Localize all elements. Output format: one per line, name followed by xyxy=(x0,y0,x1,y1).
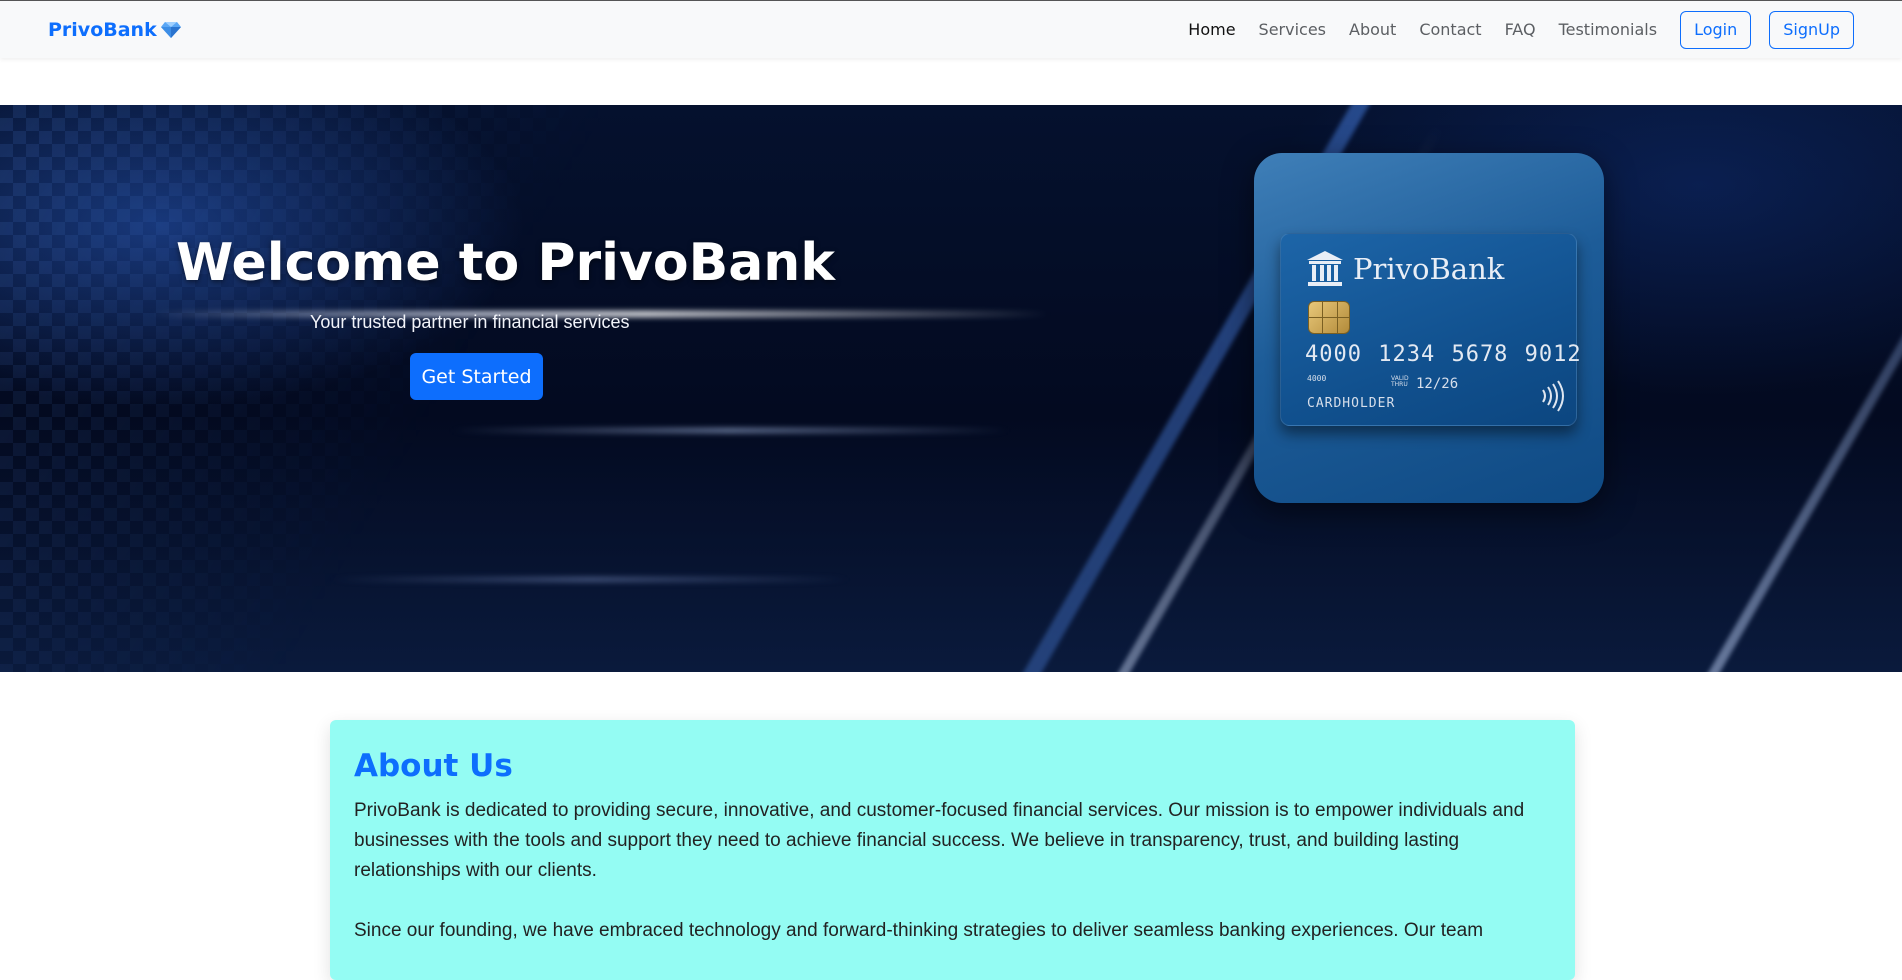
nav-link-services[interactable]: Services xyxy=(1259,20,1326,39)
light-streak xyxy=(450,428,1010,433)
brand-name[interactable]: PrivoBank xyxy=(48,19,157,41)
gem-icon xyxy=(160,21,181,38)
hero-title: Welcome to PrivoBank xyxy=(176,233,835,293)
credit-card: PrivoBank 4000 1234 5678 9012 4000 VALID… xyxy=(1280,233,1581,426)
login-button[interactable]: Login xyxy=(1680,10,1752,49)
nav-link-about[interactable]: About xyxy=(1349,20,1396,39)
card-valid-thru-label: VALID THRU xyxy=(1391,376,1413,388)
nav-link-home[interactable]: Home xyxy=(1188,20,1235,39)
card-valid-thru-text: VALID THRU xyxy=(1391,375,1409,388)
card-bank-name: PrivoBank xyxy=(1353,252,1505,286)
light-streak xyxy=(330,577,850,582)
hero-subtitle: Your trusted partner in financial servic… xyxy=(310,312,630,332)
hero-background-pattern xyxy=(0,105,700,672)
contactless-icon xyxy=(1542,380,1564,412)
about-paragraph-1: PrivoBank is dedicated to providing secu… xyxy=(354,800,1525,881)
get-started-button[interactable]: Get Started xyxy=(410,353,543,400)
nav-link-testimonials[interactable]: Testimonials xyxy=(1559,20,1658,39)
card-bank-logo: PrivoBank xyxy=(1305,250,1504,288)
nav-link-faq[interactable]: FAQ xyxy=(1505,20,1536,39)
card-holder: CARDHOLDER xyxy=(1307,396,1396,411)
brand[interactable]: PrivoBank xyxy=(48,19,181,41)
card-image-frame: PrivoBank 4000 1234 5678 9012 4000 VALID… xyxy=(1254,153,1604,503)
navbar: PrivoBank Home Services About Contact FA… xyxy=(0,0,1902,58)
card-expiry: 12/26 xyxy=(1416,376,1459,392)
hero-section: Welcome to PrivoBank Your trusted partne… xyxy=(0,105,1902,672)
bank-building-icon xyxy=(1307,251,1343,286)
about-section: About Us PrivoBank is dedicated to provi… xyxy=(330,720,1575,980)
nav-links: Home Services About Contact FAQ Testimon… xyxy=(1165,10,1854,49)
card-number: 4000 1234 5678 9012 xyxy=(1305,342,1582,367)
about-heading: About Us xyxy=(354,748,513,784)
about-paragraph-2: Since our founding, we have embraced tec… xyxy=(354,920,1484,941)
light-beam xyxy=(1575,122,1902,672)
card-chip-icon xyxy=(1308,301,1350,334)
signup-button[interactable]: SignUp xyxy=(1769,10,1854,49)
card-small-number: 4000 xyxy=(1307,374,1327,383)
nav-link-contact[interactable]: Contact xyxy=(1419,20,1481,39)
